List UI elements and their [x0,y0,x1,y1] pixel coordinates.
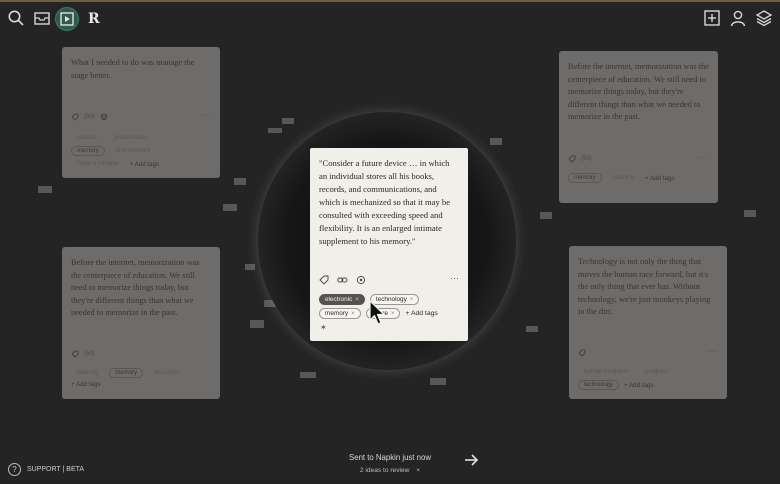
card-text: Before the internet, memorization was th… [568,62,709,122]
focused-idea-card[interactable]: "Consider a future device … in which an … [310,148,468,341]
pixel-trail [38,186,52,193]
tag-chip[interactable]: memory [71,146,105,156]
pixel-trail [282,118,294,124]
card-actions: (50) [71,350,95,358]
tag-chip[interactable]: learning [607,173,640,183]
pixel-trail [223,204,237,211]
more-icon[interactable]: ··· [707,347,717,358]
toast-title: Sent to Napkin just now [349,453,431,462]
tag-chip[interactable]: human evolution [578,367,634,377]
logo[interactable]: R [88,11,100,27]
tag-chip[interactable]: capture [71,133,103,143]
toast-subtitle: 2 ideas to review × [359,467,421,474]
card-text: "Consider a future device … in which an … [319,158,451,246]
pixel-trail [234,178,246,185]
stack-view-icon[interactable] [58,10,76,28]
card-actions [319,275,366,285]
remove-tag-icon[interactable]: × [355,297,359,303]
tag-chip[interactable]: electronic × [319,294,365,305]
tag-row: learning memory education [71,368,186,378]
tag-chip[interactable]: progress [639,367,674,377]
tag-chip[interactable]: education [148,368,186,378]
card-text: Technology is not only the thing that mo… [578,257,711,317]
support-label: SUPPORT | BETA [27,466,85,473]
card-actions [578,349,586,357]
card-text: Before the internet, memorization was th… [71,258,200,318]
add-tags-button[interactable]: + Add tags [405,310,437,317]
tag-icon[interactable] [71,113,79,121]
link-count: (50) [581,156,592,162]
idea-card[interactable]: Technology is not only the thing that mo… [569,246,727,399]
settings-icon[interactable] [356,275,366,285]
help-icon[interactable]: ? [8,463,21,476]
pixel-trail [245,264,255,270]
idea-card[interactable]: Before the internet, memorization was th… [559,51,718,203]
add-tags-button[interactable]: + Add tags [130,161,159,168]
top-accent-line [0,0,780,2]
more-icon[interactable]: ··· [698,153,708,164]
pixel-trail [490,138,502,145]
pixel-trail [250,320,264,328]
tag-chip[interactable]: learning [71,368,104,378]
tag-row: Clear a mistake + Add tags [71,159,159,169]
tag-chip[interactable]: memory [109,368,144,378]
card-text: What I needed to do was manage the stage… [71,58,195,80]
tag-icon[interactable] [568,155,576,163]
layers-small-icon[interactable] [99,113,108,121]
tag-chip[interactable]: memory [568,173,602,183]
pixel-trail [526,326,538,332]
link-count: (50) [84,114,95,120]
link-count: (50) [84,351,95,357]
tag-row: + Add tags [71,381,100,388]
pixel-trail [300,372,316,378]
more-icon[interactable]: ··· [450,273,459,283]
pixel-trail [540,212,552,219]
tag-chip[interactable]: memory × [319,308,361,319]
top-bar: R [0,4,780,32]
sparkle-icon[interactable]: ✶ [320,323,327,332]
arrow-right-icon[interactable] [463,452,479,468]
link-icon[interactable] [337,275,348,285]
add-tags-button[interactable]: + Add tags [624,382,653,389]
user-icon[interactable] [729,9,747,27]
mouse-cursor-icon [369,300,385,325]
idea-card[interactable]: Before the internet, memorization was th… [62,247,220,399]
tag-icon[interactable] [71,350,79,358]
add-tags-button[interactable]: + Add tags [645,175,674,182]
tag-row: human evolution progress [578,367,674,377]
add-thought-icon[interactable] [703,9,721,27]
tag-row: memory learning + Add tags [568,173,674,183]
search-icon[interactable] [7,9,25,27]
tag-chip[interactable]: technology [578,380,620,390]
more-icon[interactable]: ··· [200,111,210,122]
inbox-icon[interactable] [33,9,51,27]
close-toast-icon[interactable]: × [416,467,420,474]
tag-chip[interactable]: Clear a mistake [71,159,125,169]
pixel-trail [430,378,446,385]
tag-chip[interactable]: presentation [108,133,153,143]
layers-icon[interactable] [755,9,773,27]
remove-tag-icon[interactable]: × [351,311,355,317]
add-tags-button[interactable]: + Add tags [71,381,100,388]
card-actions: (50) [568,155,592,163]
tag-row: capture presentation [71,133,153,143]
pixel-trail [268,128,282,133]
pixel-trail [744,210,756,217]
idea-card[interactable]: What I needed to do was manage the stage… [62,47,220,178]
tag-icon[interactable] [578,349,586,357]
remove-tag-icon[interactable]: × [391,311,395,317]
remove-tag-icon[interactable]: × [410,297,414,303]
tag-chip[interactable]: improvement [110,146,157,156]
tag-row: memory improvement [71,146,156,156]
tag-row: technology + Add tags [578,380,653,390]
tag-icon[interactable] [319,275,329,285]
card-actions: (50) [71,113,108,121]
support-link[interactable]: ? SUPPORT | BETA [8,463,84,476]
